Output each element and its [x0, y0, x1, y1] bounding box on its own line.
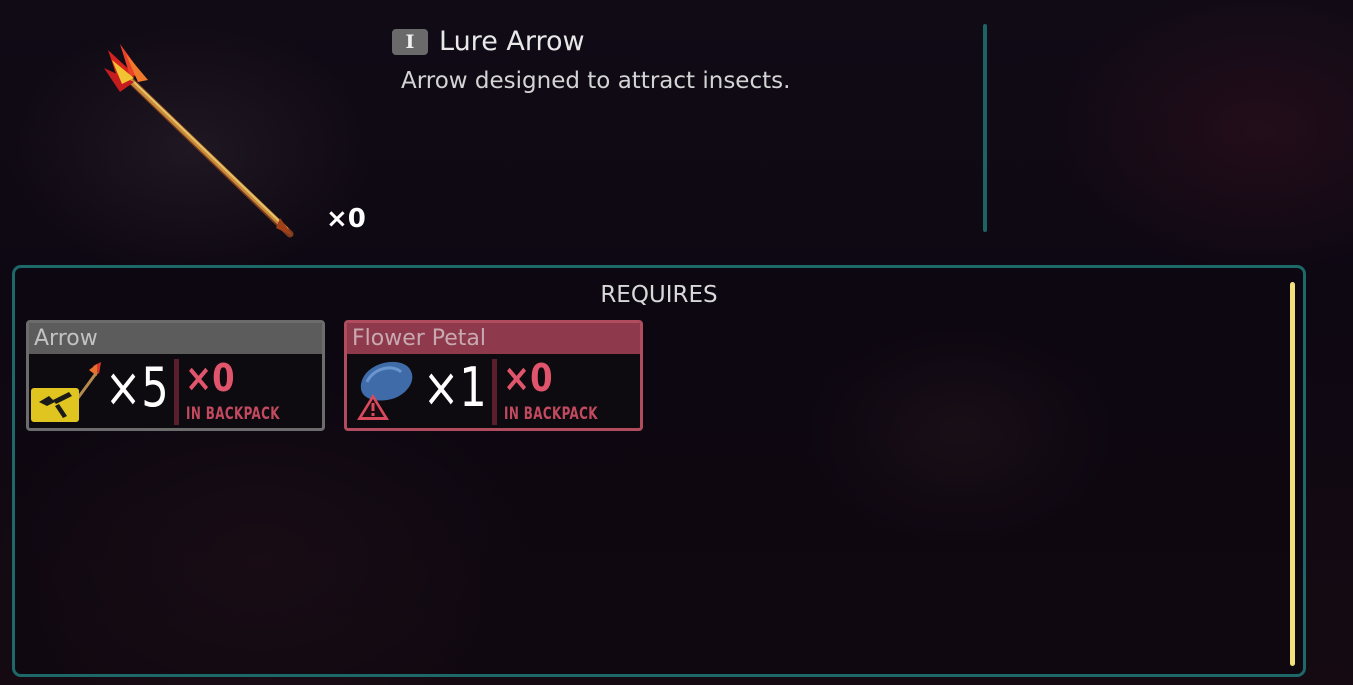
- item-name: Lure Arrow: [439, 26, 585, 57]
- crafting-detail-screen: ×0 I Lure Arrow Arrow designed to attrac…: [0, 0, 1353, 685]
- ingredient-card-arrow[interactable]: Arrow ×5 ×0 IN BACKPACK: [26, 320, 325, 431]
- lure-arrow-image: [104, 44, 294, 238]
- quantity-divider: [174, 359, 179, 425]
- scrollbar[interactable]: [1290, 282, 1295, 666]
- required-quantity: ×1: [423, 356, 487, 419]
- owned-quantity: ×0: [185, 356, 235, 400]
- owned-quantity: ×0: [503, 356, 553, 400]
- flower-petal-thumbnail: [357, 361, 413, 420]
- in-backpack-label: IN BACKPACK: [504, 404, 598, 424]
- owned-count: ×0: [326, 204, 366, 234]
- keybind-badge: I: [392, 28, 428, 55]
- ingredient-name: Arrow: [29, 323, 322, 354]
- ingredient-name: Flower Petal: [347, 323, 640, 354]
- quantity-divider: [492, 359, 497, 425]
- in-backpack-label: IN BACKPACK: [186, 404, 280, 424]
- required-quantity: ×5: [105, 356, 169, 419]
- requires-panel: REQUIRES Arrow ×5 ×0 IN BACKPACK Flower …: [12, 265, 1306, 677]
- item-description: Arrow designed to attract insects.: [401, 68, 791, 94]
- crafting-hammer-icon: [31, 388, 79, 422]
- requires-title: REQUIRES: [600, 282, 718, 308]
- item-title-row: I Lure Arrow: [392, 26, 585, 57]
- vertical-divider: [983, 24, 987, 232]
- arrow-thumbnail: [31, 362, 101, 422]
- ingredient-card-flower-petal[interactable]: Flower Petal ×1 ×0 IN BACKPACK: [344, 320, 643, 431]
